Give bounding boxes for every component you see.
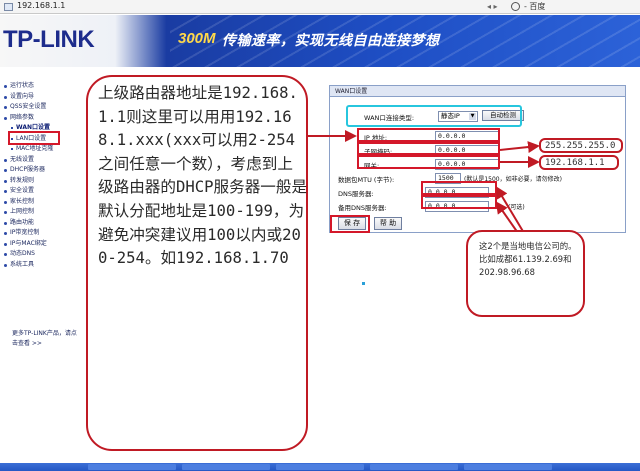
taskbar-item[interactable] — [88, 464, 176, 470]
taskbar-item[interactable] — [464, 464, 552, 470]
active-item-highlight — [8, 131, 60, 145]
ip-instruction-text: 上级路由器地址是192.168.1.1则这里可以用用192.168.1.xxx(… — [98, 84, 308, 268]
mask-value-callout: 255.255.255.0 — [539, 138, 623, 153]
taskbar-item[interactable] — [276, 464, 364, 470]
arrow-to-mask — [499, 141, 540, 154]
gateway-value-callout: 192.168.1.1 — [539, 155, 619, 170]
cursor-dot — [362, 282, 365, 285]
taskbar-item[interactable] — [182, 464, 270, 470]
taskbar — [0, 463, 640, 471]
dns-instruction-text: 这2个是当地电信公司的。比如成都61.139.2.69和202.98.96.68 — [479, 241, 577, 277]
taskbar-item[interactable] — [370, 464, 458, 470]
